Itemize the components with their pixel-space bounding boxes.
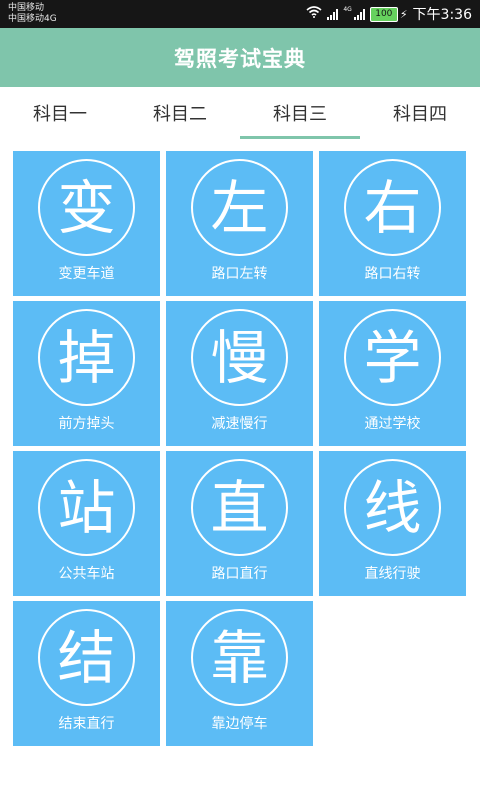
item-char-icon: 站 [38, 459, 135, 556]
tab-label: 科目四 [393, 104, 447, 125]
grid-item-turn-left[interactable]: 左 路口左转 [166, 151, 313, 296]
tab-subject-4[interactable]: 科目四 [360, 87, 480, 139]
carrier-name-1: 中国移动 [8, 3, 45, 13]
item-label: 直线行驶 [364, 566, 421, 582]
tab-subject-3[interactable]: 科目三 [240, 87, 360, 139]
grid-item-change-lane[interactable]: 变 变更车道 [13, 151, 160, 296]
wifi-icon [306, 6, 322, 22]
app-header: 驾照考试宝典 [0, 28, 480, 87]
grid-item-pull-over[interactable]: 靠 靠边停车 [166, 601, 313, 746]
network-type-label: 4G [343, 6, 352, 13]
grid-item-pass-school[interactable]: 学 通过学校 [319, 301, 466, 446]
tab-label: 科目二 [153, 104, 207, 125]
item-char-icon: 慢 [191, 309, 288, 406]
item-char-icon: 线 [344, 459, 441, 556]
item-char-icon: 直 [191, 459, 288, 556]
status-bar: 中国移动 中国移动4G 4G 100 ⚡ 下午3:36 [0, 0, 480, 28]
item-label: 公共车站 [58, 566, 115, 582]
battery-icon: 100 [369, 6, 398, 22]
subject-tabs: 科目一 科目二 科目三 科目四 [0, 87, 480, 139]
item-label: 路口左转 [211, 266, 268, 282]
item-char-icon: 靠 [191, 609, 288, 706]
grid-item-turn-right[interactable]: 右 路口右转 [319, 151, 466, 296]
grid-item-u-turn[interactable]: 掉 前方掉头 [13, 301, 160, 446]
item-label: 靠边停车 [211, 716, 268, 732]
item-label: 减速慢行 [211, 416, 268, 432]
item-char-icon: 右 [344, 159, 441, 256]
item-label: 通过学校 [364, 416, 421, 432]
item-char-icon: 变 [38, 159, 135, 256]
voice-command-grid: 变 变更车道 左 路口左转 右 路口右转 掉 前方掉头 慢 减速慢行 学 通过学… [13, 151, 469, 746]
item-label: 路口直行 [211, 566, 268, 582]
item-char-icon: 掉 [38, 309, 135, 406]
item-label: 路口右转 [364, 266, 421, 282]
grid-item-go-straight[interactable]: 直 路口直行 [166, 451, 313, 596]
tab-subject-1[interactable]: 科目一 [0, 87, 120, 139]
item-label: 变更车道 [58, 266, 115, 282]
tab-subject-2[interactable]: 科目二 [120, 87, 240, 139]
tab-label: 科目三 [273, 104, 327, 125]
grid-item-slow-down[interactable]: 慢 减速慢行 [166, 301, 313, 446]
status-icons: 4G 100 ⚡ 下午3:36 [306, 0, 472, 28]
item-char-icon: 学 [344, 309, 441, 406]
signal-strength-icon [327, 8, 339, 20]
signal-strength-icon-2 [353, 8, 365, 20]
clock: 下午3:36 [412, 7, 472, 23]
item-label: 前方掉头 [58, 416, 115, 432]
tab-label: 科目一 [33, 104, 87, 125]
grid-item-end-straight[interactable]: 结 结束直行 [13, 601, 160, 746]
grid-item-straight-line[interactable]: 线 直线行驶 [319, 451, 466, 596]
grid-item-bus-stop[interactable]: 站 公共车站 [13, 451, 160, 596]
carrier-name-2: 中国移动4G [8, 14, 57, 24]
charging-icon: ⚡ [399, 7, 408, 21]
item-label: 结束直行 [58, 716, 115, 732]
item-char-icon: 结 [38, 609, 135, 706]
item-char-icon: 左 [191, 159, 288, 256]
page-title: 驾照考试宝典 [174, 46, 306, 71]
